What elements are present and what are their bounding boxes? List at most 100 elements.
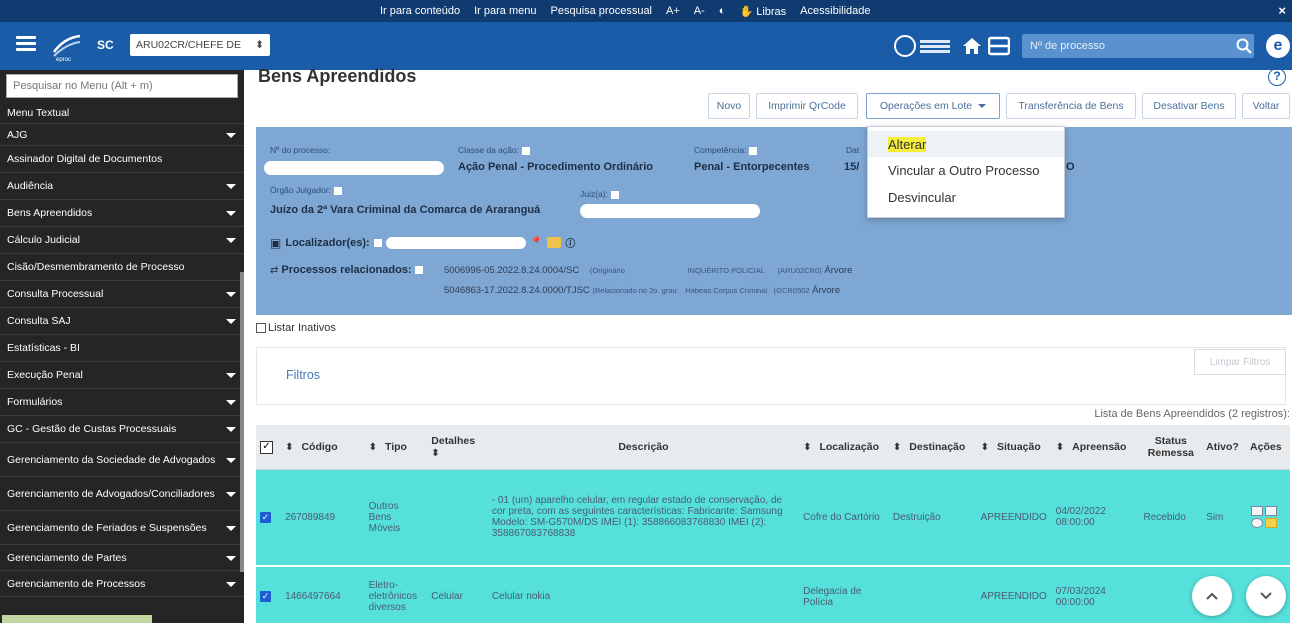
- sidebar-item[interactable]: Gerenciamento de Processos: [0, 571, 244, 597]
- related-process-1: 5006996-05.2022.8.24.0004/SC (Originário…: [444, 265, 853, 276]
- font-increase-link[interactable]: A+: [666, 5, 680, 17]
- sidebar-item[interactable]: GC - Gestão de Custas Processuais: [0, 416, 244, 443]
- select-all-checkbox[interactable]: ✓: [260, 440, 273, 454]
- list-inactive-checkbox[interactable]: [256, 323, 266, 333]
- cell-status: Recebido: [1139, 469, 1203, 566]
- sidebar-item[interactable]: Gerenciamento de Feriados e Suspensões: [0, 511, 244, 545]
- clear-filters-button[interactable]: Limpar Filtros: [1194, 349, 1286, 375]
- sidebar-item-label: Gerenciamento de Feriados e Suspensões: [7, 521, 207, 534]
- seized-goods-table: ✓ ⬍ Código ⬍ Tipo Detalhes ⬍ Descrição ⬍ Lo…: [256, 425, 1290, 623]
- hamburger-menu-icon[interactable]: [16, 36, 36, 52]
- col-situacao[interactable]: ⬍ Situação: [976, 425, 1052, 470]
- user-icon[interactable]: e: [1266, 34, 1290, 58]
- select-all-cell: ✓: [256, 425, 282, 470]
- sidebar-item[interactable]: Gerenciamento de Advogados/Conciliadores: [0, 477, 244, 511]
- col-destinacao[interactable]: ⬍ Destinação: [888, 425, 977, 470]
- sidebar-item[interactable]: Cisão/Desmembramento de Processo: [0, 254, 244, 281]
- sidebar-item[interactable]: Estatísticas - BI: [0, 335, 244, 362]
- sidebar-item[interactable]: Gerenciamento da Sociedade de Advogados: [0, 443, 244, 477]
- caret-down-icon: [226, 184, 236, 189]
- state-code: SC: [97, 38, 114, 52]
- sidebar-item[interactable]: Menu Textual: [0, 102, 244, 124]
- sidebar-item[interactable]: Execução Penal: [0, 362, 244, 389]
- edit-icon[interactable]: [1251, 506, 1264, 517]
- refresh-icon[interactable]: [1251, 518, 1264, 529]
- tj-logo: [894, 34, 956, 58]
- pin-icon[interactable]: 📍: [530, 236, 544, 249]
- help-icon[interactable]: ?: [1268, 68, 1286, 86]
- link-to-process-option[interactable]: Vincular a Outro Processo: [888, 163, 1040, 178]
- sidebar-scrollbar[interactable]: [240, 272, 244, 572]
- table-row[interactable]: ✓ 1466497664 Eletro-eletrônicos diversos…: [256, 565, 1290, 623]
- sidebar-item[interactable]: AJG: [0, 124, 244, 146]
- sidebar-item[interactable]: Assinador Digital de Documentos: [0, 146, 244, 173]
- profile-select[interactable]: ARU02CR/CHEFE DE ⬍: [130, 34, 270, 56]
- row-checkbox[interactable]: ✓: [260, 511, 271, 523]
- back-button[interactable]: Voltar: [1242, 93, 1290, 119]
- search-icon[interactable]: [1236, 38, 1252, 54]
- skip-to-menu-link[interactable]: Ir para menu: [474, 5, 536, 17]
- list-inactive-label: Listar Inativos: [268, 322, 336, 334]
- date-value: 15/: [844, 161, 860, 173]
- folder-icon[interactable]: [547, 237, 562, 248]
- sidebar-item[interactable]: Bens Apreendidos: [0, 200, 244, 227]
- transfer-goods-button[interactable]: Transferência de Bens: [1006, 93, 1136, 119]
- scroll-down-button[interactable]: [1246, 576, 1286, 616]
- print-qrcode-button[interactable]: Imprimir QrCode: [756, 93, 858, 119]
- related-process-1-number[interactable]: 5006996-05.2022.8.24.0004/SC: [444, 265, 579, 276]
- sidebar-item[interactable]: Consulta Processual: [0, 281, 244, 308]
- caret-down-icon: [226, 211, 236, 216]
- col-apreensao[interactable]: ⬍ Apreensão: [1051, 425, 1140, 470]
- batch-operations-button[interactable]: Operações em Lote: [866, 93, 1000, 119]
- alter-option[interactable]: Alterar: [888, 137, 927, 152]
- row-checkbox[interactable]: ✓: [260, 591, 271, 602]
- tree-link-2[interactable]: Árvore: [812, 285, 840, 296]
- accessibility-link[interactable]: Acessibilidade: [800, 5, 870, 17]
- apps-icon[interactable]: [988, 36, 1010, 56]
- view-icon[interactable]: [1265, 506, 1278, 517]
- col-detalhes[interactable]: Detalhes ⬍: [427, 425, 488, 470]
- eproc-logo: eproc: [52, 34, 81, 62]
- related-label: Processos relacionados:: [281, 264, 412, 276]
- close-icon[interactable]: ×: [1278, 3, 1286, 18]
- scroll-up-button[interactable]: [1192, 576, 1232, 616]
- menu-search-input[interactable]: [6, 74, 238, 98]
- libras-link[interactable]: ✋ Libras: [739, 5, 786, 18]
- sidebar-item[interactable]: Gerenciamento de Partes: [0, 545, 244, 571]
- chevron-up-icon: [1206, 592, 1218, 600]
- table-row[interactable]: ✓ 267089849 Outros Bens Móveis - 01 (um)…: [256, 469, 1290, 566]
- deactivate-goods-button[interactable]: Desativar Bens: [1142, 93, 1236, 119]
- new-button[interactable]: Novo: [708, 93, 750, 119]
- chevron-updown-icon: ⬍: [255, 39, 264, 51]
- question-icon[interactable]: ⓘ: [565, 235, 575, 250]
- cell-destinacao: [888, 565, 977, 623]
- related-process-2-number[interactable]: 5046863-17.2022.8.24.0000/TJSC: [444, 285, 590, 296]
- cell-localizacao: Cofre do Cartório: [799, 469, 889, 566]
- accessibility-links: Ir para conteúdo Ir para menu Pesquisa p…: [380, 0, 871, 22]
- contrast-toggle[interactable]: ◐: [719, 5, 726, 17]
- star-icon[interactable]: [1265, 518, 1278, 529]
- caret-down-icon: [226, 427, 236, 432]
- list-inactive-toggle[interactable]: Listar Inativos: [256, 322, 336, 334]
- col-tipo[interactable]: ⬍ Tipo: [364, 425, 428, 470]
- cell-codigo: 267089849: [281, 469, 365, 566]
- svg-text:eproc: eproc: [56, 57, 71, 62]
- sidebar-item[interactable]: Consulta SAJ: [0, 308, 244, 335]
- skip-to-content-link[interactable]: Ir para conteúdo: [380, 5, 460, 17]
- font-decrease-link[interactable]: A-: [694, 5, 705, 17]
- tree-link-1[interactable]: Árvore: [824, 265, 852, 276]
- filters-link[interactable]: Filtros: [286, 368, 320, 382]
- cell-tipo: Outros Bens Móveis: [364, 469, 428, 566]
- col-codigo[interactable]: ⬍ Código: [281, 425, 365, 470]
- sidebar-item[interactable]: Cálculo Judicial: [0, 227, 244, 254]
- process-number-input[interactable]: [1022, 34, 1254, 58]
- unlink-option[interactable]: Desvincular: [888, 190, 956, 205]
- locator-row: ▣ Localizador(es): 📍 ⓘ: [270, 235, 575, 251]
- process-search-link[interactable]: Pesquisa processual: [551, 5, 653, 17]
- sidebar-item[interactable]: Formulários: [0, 389, 244, 416]
- sidebar: Menu Textual AJG Assinador Digital de Docu…: [0, 70, 244, 623]
- sidebar-item[interactable]: Audiência: [0, 173, 244, 200]
- col-localizacao[interactable]: ⬍ Localização: [799, 425, 889, 470]
- home-icon[interactable]: [962, 36, 982, 56]
- sidebar-item-label: Gerenciamento de Advogados/Conciliadores: [7, 487, 215, 500]
